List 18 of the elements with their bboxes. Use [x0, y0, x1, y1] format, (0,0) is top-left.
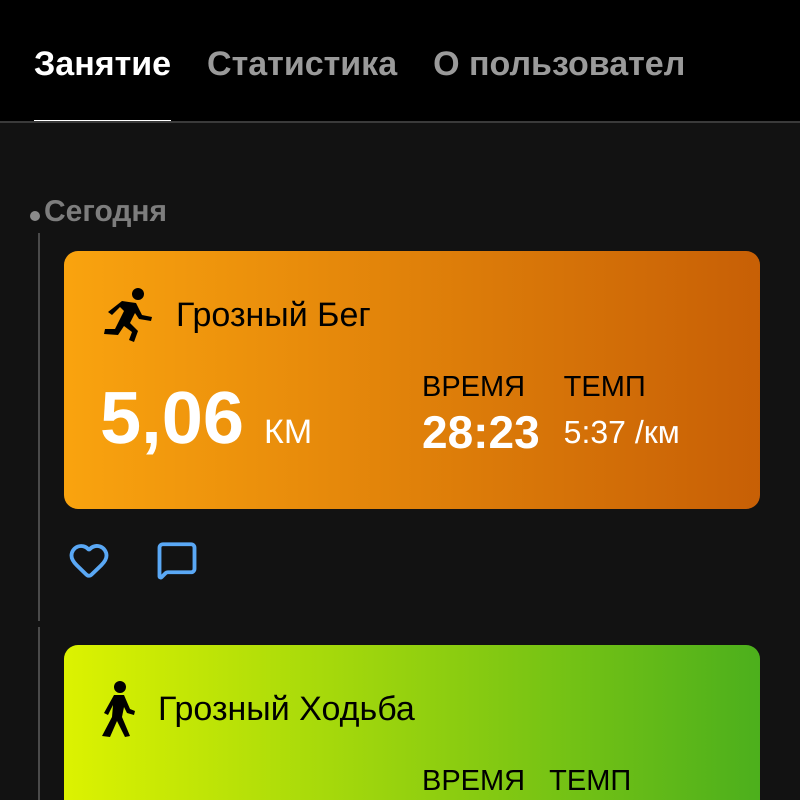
stat-label: ТЕМП	[549, 765, 632, 798]
tab[interactable]: Статистика	[207, 45, 398, 121]
distance-value: 5,06	[100, 375, 244, 460]
tab[interactable]: О пользовател	[433, 45, 686, 121]
stat-value: 5:37 /км	[564, 413, 680, 452]
date-heading: Сегодня	[44, 195, 168, 229]
tab[interactable]: Занятие	[34, 45, 172, 121]
activity-card[interactable]: Грозный Ходьба ВРЕМЯ ТЕМП	[64, 645, 760, 800]
stat-value: 28:23	[422, 405, 540, 460]
timeline-dot	[30, 211, 40, 221]
activity-title: Грозный Ходьба	[158, 690, 415, 728]
walking-person-icon	[100, 681, 136, 737]
activity-title: Грозный Бег	[176, 296, 371, 334]
activity-card[interactable]: Грозный Бег 5,06 КМ ВРЕМЯ 28:23 ТЕМП 5:37 /км	[64, 251, 760, 509]
distance-unit: КМ	[264, 413, 312, 452]
stat-label: ТЕМП	[564, 371, 647, 404]
stat-label: ВРЕМЯ	[422, 371, 526, 404]
stat-label: ВРЕМЯ	[422, 765, 526, 798]
